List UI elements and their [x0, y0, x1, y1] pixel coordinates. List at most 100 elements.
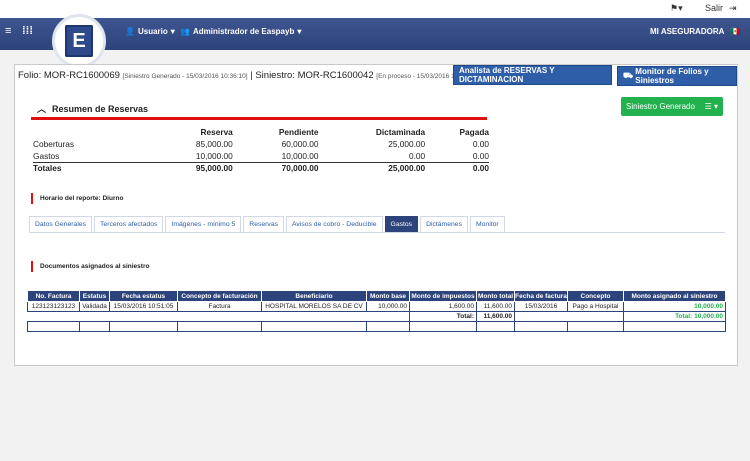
user-icon: 👤	[125, 27, 135, 36]
monitor-button-label: Monitor de Folios y Siniestros	[635, 67, 709, 85]
tab-datos-generales[interactable]: Datos Generales	[29, 216, 93, 232]
table-row: Coberturas 85,000.00 60,000.00 25,000.00…	[33, 138, 489, 150]
siniestro-generado-label: Siniestro Generado	[626, 102, 695, 111]
folio-header: Folio: MOR-RC1600069 [Siniestro Generado…	[18, 70, 464, 81]
table-cell	[567, 321, 624, 332]
table-cell: Validada	[79, 301, 110, 312]
col-header: Fecha de factura	[514, 290, 568, 302]
table-cell: 70,000.00	[232, 161, 319, 174]
tools-icon[interactable]: ⚑▾	[670, 3, 683, 14]
total-label: Total:	[409, 311, 477, 322]
table-cell: 15/03/2016 10:51:05	[109, 301, 178, 312]
table-cell: 0.00	[409, 150, 426, 161]
col-header: Fecha estatus	[109, 290, 178, 302]
table-cell: HOSPITAL MORELOS SA DE CV	[261, 301, 367, 312]
col-header: Concepto de facturación	[177, 290, 262, 302]
table-cell	[514, 321, 568, 332]
table-cell: 95,000.00	[153, 161, 233, 174]
siniestro-status: [En proceso - 15/03/2016 10:3	[376, 73, 464, 80]
admin-menu[interactable]: 👥 Administrador de Easpayb ▾	[180, 27, 301, 36]
chevron-down-icon: ▾	[297, 27, 302, 36]
user-menu[interactable]: 👤 Usuario ▾	[125, 27, 175, 36]
col-header: Monto de impuestos	[409, 290, 477, 302]
table-cell	[476, 321, 515, 332]
truck-icon: ⛟	[623, 71, 636, 80]
mexico-flag-icon: 🇲🇽	[730, 27, 740, 36]
table-cell: Gastos	[33, 150, 60, 161]
folio-status: [Siniestro Generado - 15/03/2016 10:36:1…	[122, 73, 248, 80]
table-cell: Factura	[177, 301, 262, 312]
table-cell: Totales	[33, 161, 153, 174]
table-cell: Pago a Hospital	[567, 301, 624, 312]
user-menu-label: Usuario	[137, 27, 168, 36]
table-cell: 10,000.00	[281, 150, 319, 161]
tab-imagenes[interactable]: Imágenes - mínimo 5	[165, 216, 242, 232]
table-cell: 60,000.00	[281, 139, 319, 149]
gastos-table: No. Factura Estatus Fecha estatus Concep…	[27, 290, 726, 332]
tab-divider	[29, 232, 725, 233]
table-cell: 0.00	[472, 139, 489, 149]
col-header: No. Factura	[27, 290, 80, 302]
col-header: Dictaminada	[375, 127, 426, 137]
logout-link[interactable]: Salir	[705, 3, 723, 13]
table-cell: Coberturas	[33, 139, 75, 149]
logout-icon[interactable]: ⇥	[729, 3, 737, 14]
col-header: Reserva	[200, 127, 233, 137]
table-cell	[79, 321, 110, 332]
siniestro-number: | Siniestro: MOR-RC1600042	[250, 70, 374, 81]
folio-number: Folio: MOR-RC1600069	[18, 70, 120, 81]
col-header: Pagada	[459, 127, 489, 137]
table-cell	[261, 321, 367, 332]
tab-gastos[interactable]: Gastos	[384, 216, 419, 232]
col-header: Monto total	[476, 290, 515, 302]
table-cell: 85,000.00	[195, 139, 233, 149]
siniestro-generado-button[interactable]: Siniestro Generado ☰ ▾	[621, 97, 723, 116]
table-cell: 123123123123	[27, 301, 80, 312]
admin-menu-label: Administrador de Easpayb	[192, 27, 295, 36]
reservas-summary-table: Reserva Pendiente Dictaminada Pagada Cob…	[33, 126, 489, 174]
analista-button[interactable]: Analista de RESERVAS Y DICTAMINACION	[453, 65, 612, 85]
table-cell	[27, 321, 80, 332]
horario-label: Horario del reporte: Diurno	[31, 193, 123, 204]
total-assigned: Total: 10,000.00	[623, 311, 726, 322]
chevron-down-icon: ▾	[170, 27, 175, 36]
table-cell: 10,000.00	[623, 301, 726, 312]
col-header: Estatus	[79, 290, 110, 302]
table-cell: 10,000.00	[195, 150, 233, 161]
table-cell	[623, 321, 726, 332]
table-cell: 25,000.00	[388, 139, 426, 149]
table-cell: 1,600.00	[409, 301, 477, 312]
navbar: ≡ ⁞⁞⁞ 👤 Usuario ▾ 👥 Administrador de Eas…	[0, 18, 750, 50]
table-cell	[177, 321, 262, 332]
totals-row: Total: 11,600.00 Total: 10,000.00	[28, 311, 726, 322]
logo-icon: E	[65, 25, 93, 57]
col-header: Concepto	[567, 290, 624, 302]
tab-avisos[interactable]: Avisos de cobro - Deducible	[286, 216, 383, 232]
resumen-header[interactable]: ︿ Resumen de Reservas	[37, 102, 148, 115]
list-menu-icon: ☰ ▾	[704, 102, 718, 111]
company-name: MI ASEGURADORA	[650, 27, 725, 36]
col-header	[33, 126, 153, 138]
chevron-up-icon: ︿	[37, 104, 47, 114]
monitor-button[interactable]: ⛟ Monitor de Folios y Siniestros	[617, 66, 737, 86]
total-value: 11,600.00	[476, 311, 515, 322]
hamburger-menu-icon[interactable]: ≡	[5, 25, 11, 37]
app-logo[interactable]: E	[52, 14, 106, 68]
table-row[interactable]: 123123123123 Validada 15/03/2016 10:51:0…	[27, 301, 726, 312]
apps-grid-icon[interactable]: ⁞⁞⁞	[22, 25, 33, 37]
col-header: Monto base	[366, 290, 410, 302]
tab-dictamenes[interactable]: Dictámenes	[420, 216, 468, 232]
col-header: Beneficiario	[261, 290, 367, 302]
col-header: Pendiente	[278, 127, 319, 137]
table-cell	[409, 321, 477, 332]
table-cell: 25,000.00	[318, 161, 426, 174]
table-cell: 0.00	[425, 161, 489, 174]
empty-row	[27, 321, 726, 332]
tab-reservas[interactable]: Reservas	[243, 216, 285, 232]
group-icon: 👥	[180, 27, 190, 36]
main-panel: Folio: MOR-RC1600069 [Siniestro Generado…	[14, 64, 738, 366]
tab-terceros[interactable]: Terceros afectados	[94, 216, 164, 232]
documentos-title: Documentos asignados al siniestro	[31, 261, 149, 272]
tab-monitor[interactable]: Monitor	[469, 216, 505, 232]
table-header-row: Reserva Pendiente Dictaminada Pagada	[33, 126, 490, 138]
